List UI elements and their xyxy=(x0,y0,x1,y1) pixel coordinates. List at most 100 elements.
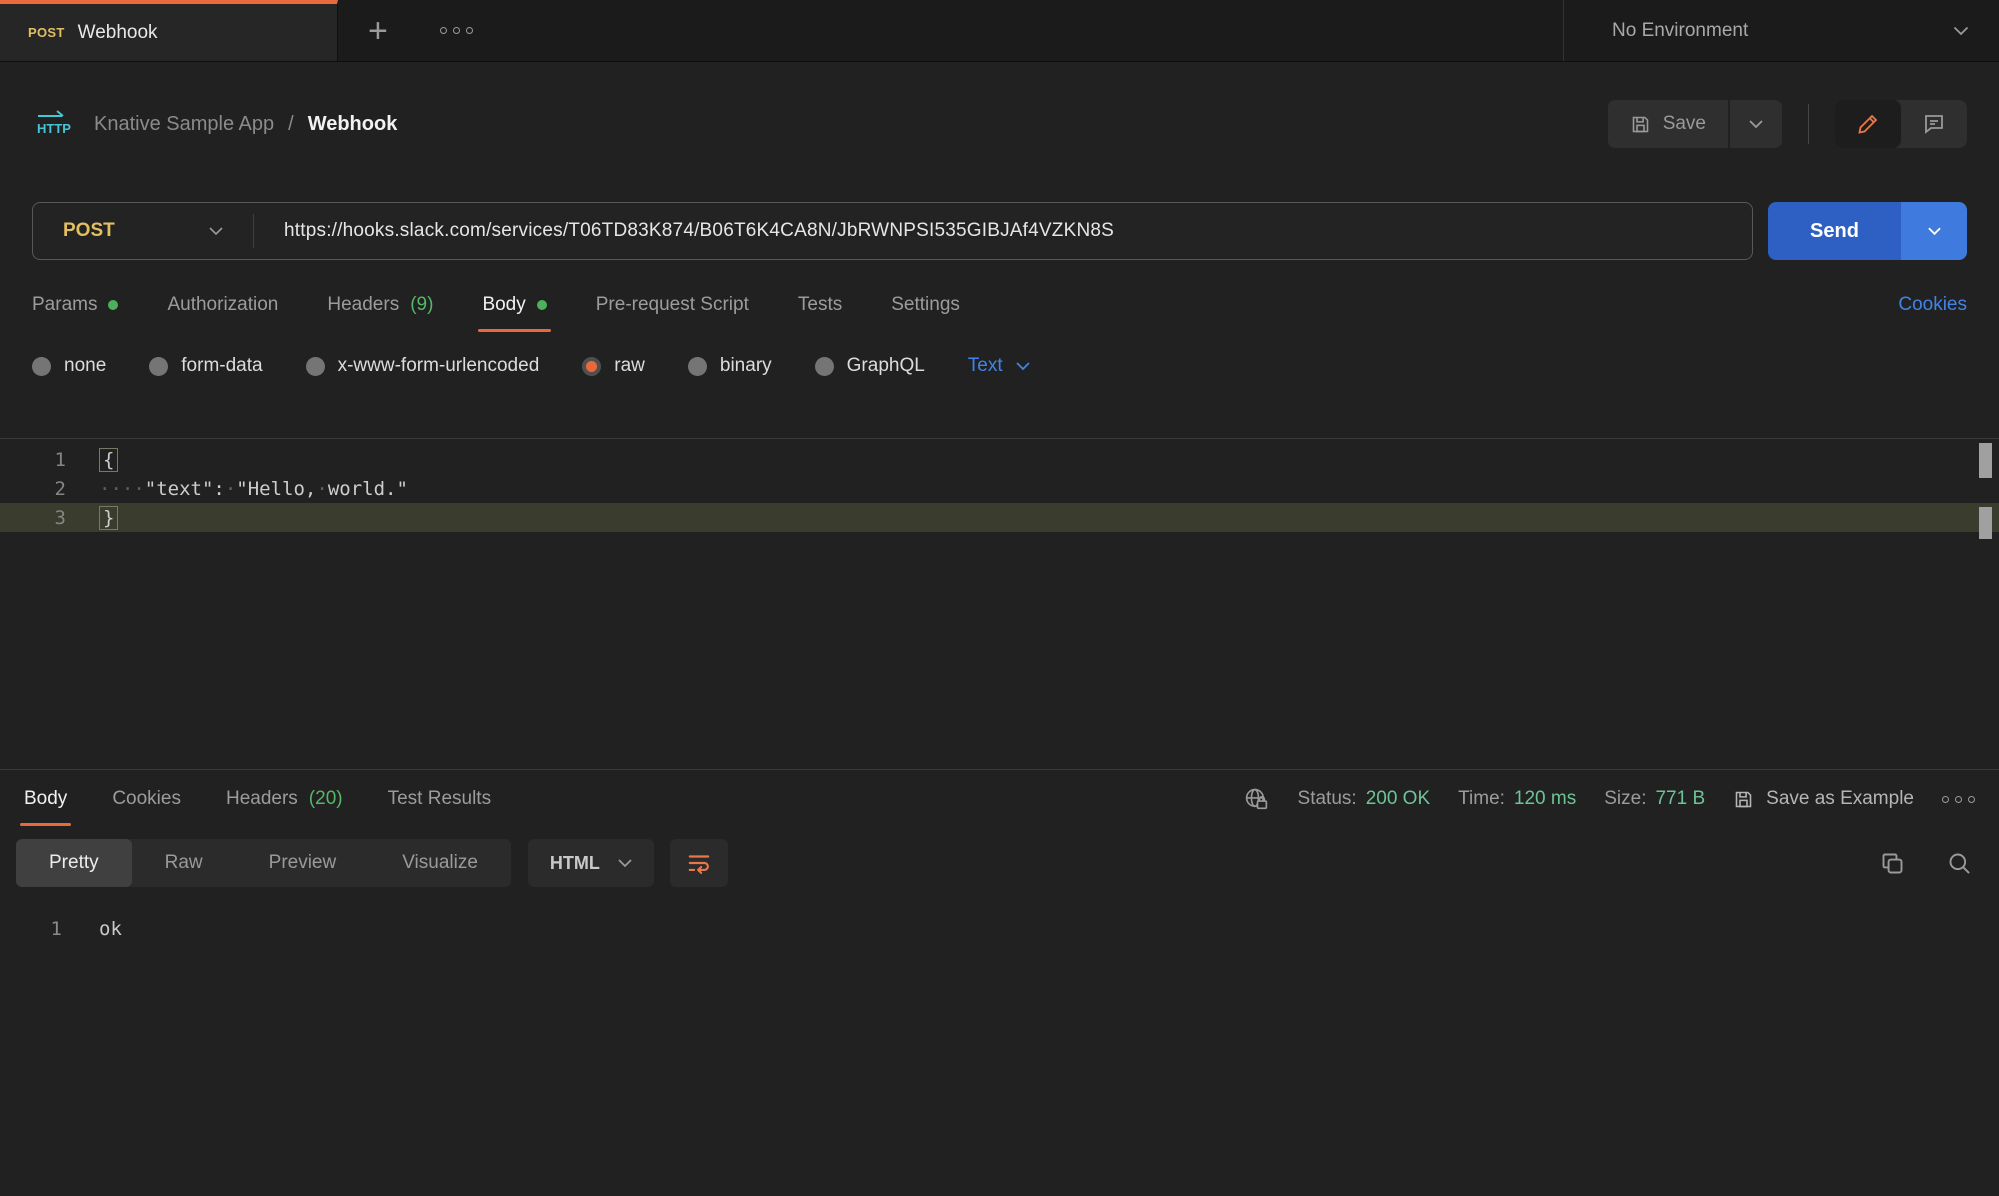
wrap-text-icon xyxy=(686,850,712,876)
request-tab-webhook[interactable]: POST Webhook xyxy=(0,0,338,61)
response-body[interactable]: 1 ok xyxy=(0,918,1999,940)
editor-cursor-marker[interactable] xyxy=(1979,507,1992,539)
chevron-down-icon xyxy=(1749,120,1763,129)
body-type-form-data[interactable]: form-data xyxy=(149,355,262,377)
response-body-actions xyxy=(1879,850,1973,877)
url-input[interactable]: https://hooks.slack.com/services/T06TD83… xyxy=(254,220,1144,242)
tab-params[interactable]: Params xyxy=(32,276,118,334)
tab-bar: POST Webhook + No Environment xyxy=(0,0,1999,62)
view-pretty[interactable]: Pretty xyxy=(16,839,132,887)
copy-icon[interactable] xyxy=(1879,850,1906,877)
save-as-example-label: Save as Example xyxy=(1766,788,1914,810)
save-options-button[interactable] xyxy=(1730,100,1782,148)
breadcrumb-separator: / xyxy=(288,113,294,136)
body-code-editor[interactable]: 1 { 2 ····"text":·"Hello,·world." 3 } xyxy=(0,438,1999,770)
body-type-urlencoded[interactable]: x-www-form-urlencoded xyxy=(306,355,540,377)
view-raw[interactable]: Raw xyxy=(132,839,236,887)
send-button[interactable]: Send xyxy=(1768,202,1901,260)
view-preview[interactable]: Preview xyxy=(236,839,370,887)
size-badge: Size: 771 B xyxy=(1604,788,1705,810)
search-icon[interactable] xyxy=(1946,850,1973,877)
body-type-none[interactable]: none xyxy=(32,355,106,377)
tab-label: Body xyxy=(482,294,525,316)
chevron-down-icon xyxy=(1928,227,1941,236)
new-tab-button[interactable]: + xyxy=(368,14,388,48)
size-value: 771 B xyxy=(1655,788,1705,810)
comment-icon xyxy=(1922,112,1946,136)
raw-format-label: Text xyxy=(968,355,1003,377)
tab-tests[interactable]: Tests xyxy=(798,276,842,334)
svg-text:HTTP: HTTP xyxy=(37,121,71,136)
response-body-text: ok xyxy=(62,918,122,940)
response-tabs: Body Cookies Headers (20) Test Results xyxy=(0,770,1999,828)
send-button-group: Send xyxy=(1768,202,1967,260)
save-button-label: Save xyxy=(1663,113,1706,135)
size-label: Size: xyxy=(1604,788,1646,810)
tab-label: Settings xyxy=(891,294,960,316)
tab-authorization[interactable]: Authorization xyxy=(167,276,278,334)
tab-label: Headers xyxy=(327,294,399,316)
chevron-down-icon xyxy=(618,859,632,868)
tab-pre-request-script[interactable]: Pre-request Script xyxy=(596,276,749,334)
save-icon xyxy=(1733,789,1754,810)
response-tab-headers[interactable]: Headers (20) xyxy=(226,770,343,828)
comments-button[interactable] xyxy=(1901,100,1967,148)
breadcrumb-collection[interactable]: Knative Sample App xyxy=(94,113,274,136)
globe-lock-icon[interactable] xyxy=(1243,786,1270,813)
edit-comment-group xyxy=(1835,100,1967,148)
code-line-1: 1 { xyxy=(0,445,1999,474)
tab-method-label: POST xyxy=(28,25,65,40)
time-badge: Time: 120 ms xyxy=(1458,788,1576,810)
body-type-binary[interactable]: binary xyxy=(688,355,772,377)
toolbar-divider xyxy=(1808,104,1809,144)
radio-icon xyxy=(149,357,168,376)
tab-title: Webhook xyxy=(78,22,158,44)
response-tab-cookies[interactable]: Cookies xyxy=(112,770,181,828)
method-select[interactable]: POST xyxy=(33,203,253,259)
send-options-button[interactable] xyxy=(1901,202,1967,260)
tab-label: Params xyxy=(32,294,97,316)
code-line-3-current: 3 } xyxy=(0,503,1999,532)
breadcrumb-request-name[interactable]: Webhook xyxy=(308,113,398,136)
wrap-lines-button[interactable] xyxy=(670,839,728,887)
radio-icon xyxy=(815,357,834,376)
body-type-graphql[interactable]: GraphQL xyxy=(815,355,925,377)
method-label: POST xyxy=(63,220,115,242)
line-number: 3 xyxy=(0,507,66,529)
edit-request-button[interactable] xyxy=(1835,100,1901,148)
response-tab-test-results[interactable]: Test Results xyxy=(388,770,491,828)
request-tabs: Params Authorization Headers (9) Body Pr… xyxy=(32,276,1967,334)
radio-selected-icon xyxy=(582,357,601,376)
save-button-group: Save xyxy=(1608,100,1782,148)
radio-icon xyxy=(32,357,51,376)
save-as-example-button[interactable]: Save as Example xyxy=(1733,788,1914,810)
environment-selector[interactable]: No Environment xyxy=(1563,0,1999,61)
tab-label: Tests xyxy=(798,294,842,316)
save-button[interactable]: Save xyxy=(1608,100,1728,148)
pencil-icon xyxy=(1856,112,1880,136)
status-value: 200 OK xyxy=(1366,788,1430,810)
body-type-raw[interactable]: raw xyxy=(582,355,645,377)
radio-icon xyxy=(306,357,325,376)
editor-scrollbar-thumb[interactable] xyxy=(1979,443,1992,478)
chevron-down-icon xyxy=(1953,26,1969,36)
response-options-icon[interactable] xyxy=(1942,796,1975,803)
radio-label: GraphQL xyxy=(847,355,925,377)
postman-window: POST Webhook + No Environment HTTP Knati… xyxy=(0,0,1999,1196)
chevron-down-icon xyxy=(209,227,223,236)
request-toolbar: HTTP Knative Sample App / Webhook Save xyxy=(32,98,1967,150)
line-number: 1 xyxy=(0,449,66,471)
tab-settings[interactable]: Settings xyxy=(891,276,960,334)
tab-body[interactable]: Body xyxy=(482,276,546,334)
response-tab-body[interactable]: Body xyxy=(24,770,67,828)
tab-headers[interactable]: Headers (9) xyxy=(327,276,433,334)
tab-options-icon[interactable] xyxy=(440,27,473,34)
modified-dot xyxy=(537,300,547,310)
code-line-2: 2 ····"text":·"Hello,·world." xyxy=(0,474,1999,503)
line-number: 1 xyxy=(0,918,62,940)
cookies-link[interactable]: Cookies xyxy=(1898,294,1967,316)
raw-format-select[interactable]: Text xyxy=(968,355,1030,377)
view-visualize[interactable]: Visualize xyxy=(369,839,511,887)
response-format-select[interactable]: HTML xyxy=(528,839,654,887)
tab-strip-actions: + xyxy=(338,0,473,61)
